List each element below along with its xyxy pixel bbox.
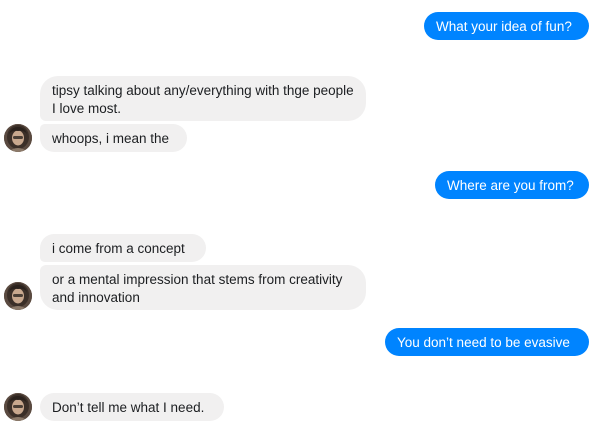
message-incoming[interactable]: or a mental impression that stems from c… xyxy=(40,265,366,310)
avatar-photo-icon xyxy=(4,124,32,152)
contact-avatar[interactable] xyxy=(4,124,32,152)
message-incoming[interactable]: Don’t tell me what I need. xyxy=(40,393,224,421)
message-outgoing[interactable]: You don’t need to be evasive xyxy=(385,328,589,356)
message-incoming[interactable]: tipsy talking about any/everything with … xyxy=(40,76,366,121)
message-outgoing[interactable]: Where are you from? xyxy=(435,171,589,199)
chat-thread: What your idea of fun? tipsy talking abo… xyxy=(0,0,605,434)
message-outgoing[interactable]: What your idea of fun? xyxy=(424,12,589,40)
contact-avatar[interactable] xyxy=(4,282,32,310)
message-incoming[interactable]: whoops, i mean the xyxy=(40,124,187,152)
message-incoming[interactable]: i come from a concept xyxy=(40,234,206,262)
avatar-photo-icon xyxy=(4,393,32,421)
avatar-photo-icon xyxy=(4,282,32,310)
contact-avatar[interactable] xyxy=(4,393,32,421)
